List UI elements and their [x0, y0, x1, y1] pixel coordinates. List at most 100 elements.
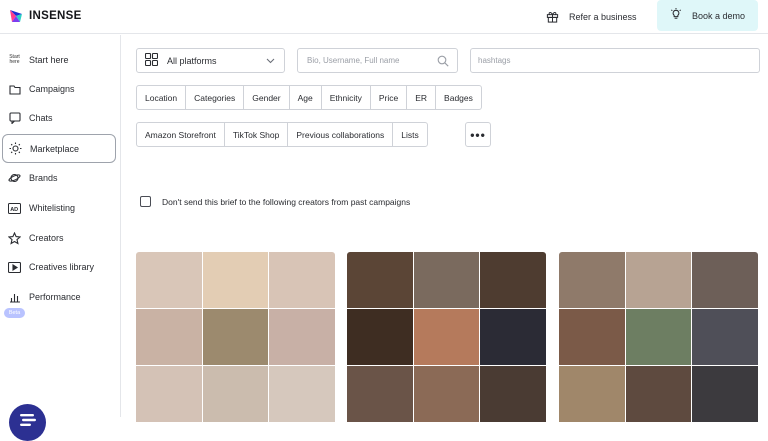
- start-here-icon: Start here: [9, 54, 20, 65]
- creator-content-thumbnail[interactable]: [347, 252, 413, 308]
- sidebar-item-start-here[interactable]: Start here Start here: [2, 46, 116, 74]
- creator-content-thumbnail[interactable]: [559, 252, 625, 308]
- hashtags-input[interactable]: hashtags: [470, 48, 760, 73]
- creator-content-thumbnail[interactable]: [269, 366, 335, 422]
- creator-content-thumbnail[interactable]: [413, 309, 480, 365]
- beta-badge: Beta: [4, 308, 25, 318]
- creator-content-thumbnail[interactable]: [269, 252, 335, 308]
- exclude-past-creators-row[interactable]: Don't send this brief to the following c…: [140, 196, 410, 207]
- creator-content-thumbnail[interactable]: [136, 309, 202, 365]
- creator-content-thumbnail[interactable]: [269, 309, 335, 365]
- brand-logo[interactable]: INSENSE: [8, 8, 82, 24]
- hashtags-placeholder: hashtags: [478, 56, 511, 65]
- filter-previous-collaborations[interactable]: Previous collaborations: [287, 122, 394, 147]
- creator-content-thumbnail[interactable]: [559, 366, 625, 422]
- sidebar-item-label: Start here: [29, 55, 69, 65]
- creator-content-thumbnail[interactable]: [413, 366, 480, 422]
- filter-row-primary: Location Categories Gender Age Ethnicity…: [136, 85, 482, 110]
- filter-badges[interactable]: Badges: [435, 85, 482, 110]
- creator-content-thumbnail[interactable]: [136, 252, 202, 308]
- creator-content-thumbnail[interactable]: [625, 309, 692, 365]
- creator-content-thumbnail[interactable]: [202, 366, 269, 422]
- filter-amazon-storefront[interactable]: Amazon Storefront: [136, 122, 225, 147]
- creator-content-thumbnail[interactable]: [202, 309, 269, 365]
- more-filters-button[interactable]: •••: [465, 122, 491, 147]
- book-demo-label: Book a demo: [691, 10, 746, 21]
- chat-support-button[interactable]: [9, 404, 46, 441]
- insense-logo-icon: [8, 8, 24, 24]
- svg-text:AD: AD: [10, 206, 18, 212]
- exclude-past-creators-checkbox[interactable]: [140, 196, 151, 207]
- search-placeholder: Bio, Username, Full name: [307, 56, 400, 65]
- creator-content-thumbnail[interactable]: [136, 366, 202, 422]
- filter-ethnicity[interactable]: Ethnicity: [320, 85, 371, 110]
- sidebar: Start here Start here Campaigns Chats Ma…: [0, 35, 121, 441]
- sidebar-item-label: Creatives library: [29, 262, 95, 272]
- filter-tiktok-shop[interactable]: TikTok Shop: [223, 122, 289, 147]
- creator-content-thumbnail[interactable]: [625, 252, 692, 308]
- creator-content-thumbnail[interactable]: [692, 309, 758, 365]
- creator-content-thumbnail[interactable]: [692, 252, 758, 308]
- filter-er[interactable]: ER: [406, 85, 437, 110]
- bar-chart-icon: [8, 291, 21, 304]
- folder-icon: [8, 83, 21, 96]
- creator-content-thumbnail[interactable]: [480, 252, 546, 308]
- sidebar-item-label: Whitelisting: [29, 203, 76, 213]
- brand-name: INSENSE: [29, 10, 82, 22]
- creator-content-thumbnail[interactable]: [625, 366, 692, 422]
- sidebar-item-creators[interactable]: Creators: [2, 224, 116, 252]
- creator-content-thumbnail[interactable]: [413, 252, 480, 308]
- creator-content-thumbnail[interactable]: [347, 309, 413, 365]
- sidebar-item-marketplace[interactable]: Marketplace: [2, 134, 116, 163]
- sidebar-item-whitelisting[interactable]: AD Whitelisting: [2, 194, 116, 222]
- ad-icon: AD: [8, 202, 21, 215]
- refer-business-label: Refer a business: [569, 12, 637, 22]
- sidebar-item-campaigns[interactable]: Campaigns: [2, 75, 116, 103]
- filter-row-secondary: Amazon Storefront TikTok Shop Previous c…: [136, 122, 428, 147]
- creator-card[interactable]: [559, 252, 758, 422]
- filter-price[interactable]: Price: [369, 85, 408, 110]
- creator-content-thumbnail[interactable]: [480, 309, 546, 365]
- platform-select[interactable]: All platforms: [136, 48, 285, 73]
- creator-content-thumbnail[interactable]: [692, 366, 758, 422]
- more-dots-icon: •••: [470, 127, 486, 142]
- sidebar-item-brands[interactable]: Brands: [2, 164, 116, 192]
- filter-gender[interactable]: Gender: [243, 85, 290, 110]
- grid-icon: [144, 52, 159, 68]
- top-bar: INSENSE Refer a business Book a demo: [0, 0, 768, 34]
- sidebar-item-label: Performance: [29, 292, 81, 302]
- star-icon: [8, 231, 21, 245]
- sidebar-item-chats[interactable]: Chats: [2, 104, 116, 132]
- exclude-past-creators-label: Don't send this brief to the following c…: [162, 196, 411, 207]
- filter-age[interactable]: Age: [288, 85, 322, 110]
- creator-card[interactable]: [136, 252, 335, 422]
- filter-location[interactable]: Location: [136, 85, 187, 110]
- filter-lists[interactable]: Lists: [392, 122, 428, 147]
- sidebar-item-creatives-library[interactable]: Creatives library: [2, 253, 116, 281]
- sun-icon: [9, 142, 22, 155]
- search-icon: [437, 55, 449, 69]
- sidebar-item-label: Brands: [29, 173, 58, 183]
- sidebar-item-label: Campaigns: [29, 84, 75, 94]
- lightbulb-icon: [670, 8, 682, 23]
- main-content: All platforms Bio, Username, Full name h…: [122, 35, 768, 422]
- gift-icon: [546, 10, 559, 25]
- creator-content-thumbnail[interactable]: [480, 366, 546, 422]
- sidebar-item-label: Marketplace: [30, 143, 80, 154]
- sidebar-item-label: Creators: [29, 233, 64, 243]
- filter-categories[interactable]: Categories: [185, 85, 245, 110]
- chevron-down-icon: [266, 56, 275, 66]
- platform-select-value: All platforms: [167, 55, 217, 66]
- play-icon: [8, 261, 21, 274]
- planet-icon: [8, 172, 21, 185]
- creator-card[interactable]: [347, 252, 546, 422]
- creator-content-thumbnail[interactable]: [347, 366, 413, 422]
- sidebar-item-performance[interactable]: Performance: [2, 283, 116, 311]
- sidebar-item-label: Chats: [29, 113, 53, 123]
- creator-content-thumbnail[interactable]: [202, 252, 269, 308]
- book-demo-button[interactable]: Book a demo: [657, 0, 758, 31]
- chat-icon: [8, 112, 21, 125]
- creator-content-thumbnail[interactable]: [559, 309, 625, 365]
- refer-business-button[interactable]: Refer a business: [546, 7, 637, 27]
- search-input[interactable]: Bio, Username, Full name: [297, 48, 458, 73]
